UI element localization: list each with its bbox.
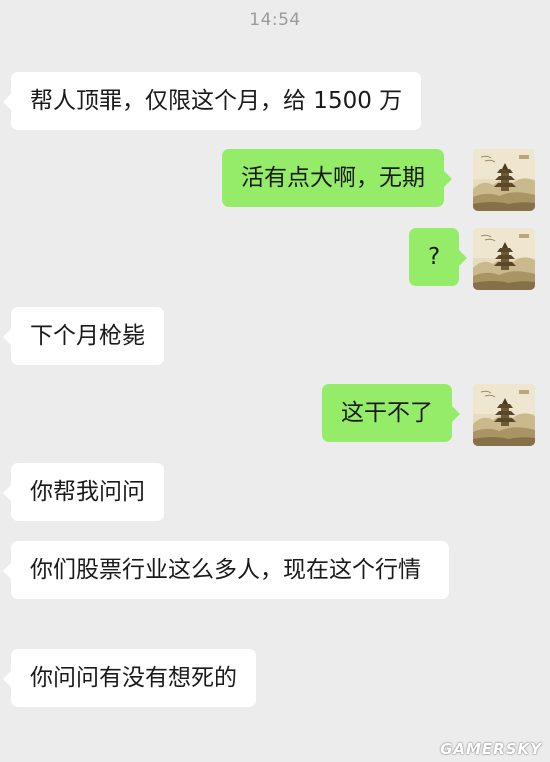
message-text: 活有点大啊，无期 bbox=[241, 165, 425, 191]
avatar-self[interactable] bbox=[473, 149, 535, 211]
message-bubble-incoming[interactable]: 你们股票行业这么多人，现在这个行情 bbox=[3, 541, 449, 599]
message-bubble-outgoing[interactable]: 活有点大啊，无期 bbox=[222, 149, 452, 207]
timestamp: 14:54 bbox=[249, 10, 301, 30]
message-text: 你帮我问问 bbox=[30, 479, 145, 505]
message-text: 你问问有没有想死的 bbox=[30, 665, 237, 691]
pagoda-landscape-avatar-icon bbox=[473, 384, 535, 446]
message-text: 这干不了 bbox=[341, 400, 433, 426]
message-text: 帮人顶罪，仅限这个月，给 1500 万 bbox=[30, 88, 403, 114]
watermark-logo: GAMERSKY bbox=[440, 740, 542, 758]
pagoda-landscape-avatar-icon bbox=[473, 149, 535, 211]
message-bubble-incoming[interactable]: 下个月枪毙 bbox=[3, 307, 164, 365]
message-bubble-incoming[interactable]: 你问问有没有想死的 bbox=[3, 649, 256, 707]
avatar-self[interactable] bbox=[473, 384, 535, 446]
message-bubble-incoming[interactable]: 帮人顶罪，仅限这个月，给 1500 万 bbox=[2, 72, 422, 130]
pagoda-landscape-avatar-icon bbox=[473, 228, 535, 290]
message-bubble-incoming[interactable]: 你帮我问问 bbox=[3, 463, 164, 521]
message-text: ? bbox=[428, 244, 441, 270]
message-text: 下个月枪毙 bbox=[30, 323, 145, 349]
avatar-self[interactable] bbox=[473, 228, 535, 290]
message-bubble-outgoing[interactable]: 这干不了 bbox=[322, 384, 460, 442]
message-text: 你们股票行业这么多人，现在这个行情 bbox=[30, 557, 421, 583]
message-bubble-outgoing[interactable]: ? bbox=[409, 228, 468, 286]
